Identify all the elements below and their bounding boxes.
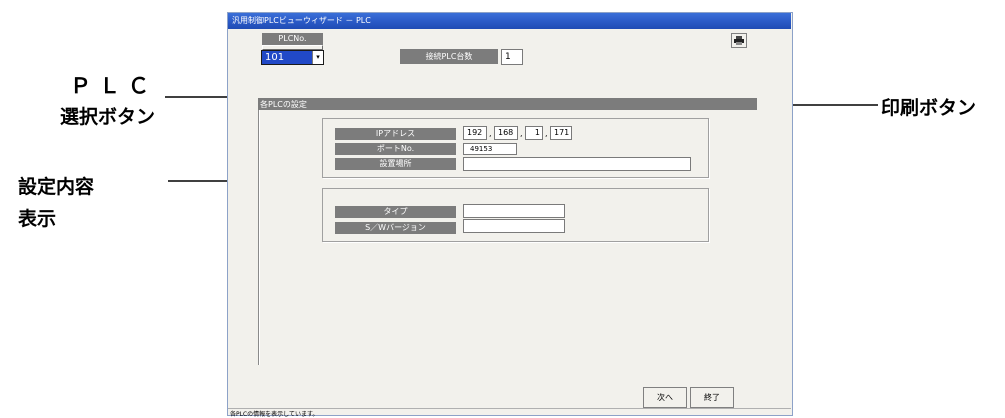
location-label: 設置場所 — [335, 158, 456, 170]
type-field[interactable] — [463, 204, 565, 218]
title-bar[interactable]: 汎用制御PLCビューウィザード － PLC — [228, 13, 791, 29]
plc-no-caption: PLCNo. — [262, 33, 323, 45]
sw-version-label: S／Wバージョン — [335, 222, 456, 234]
plc-select-annotation: ＰＬＣ 選択ボタン — [60, 70, 157, 129]
port-no-label: ポートNo. — [335, 143, 456, 155]
ip-address-label: IPアドレス — [335, 128, 456, 140]
location-field[interactable] — [463, 157, 691, 171]
ip-octet-1[interactable]: 192 — [463, 126, 487, 140]
ip-dot-1: , — [489, 129, 492, 138]
connected-count-value: 1 — [501, 49, 523, 65]
settings-annotation-line1: 設定内容 — [18, 176, 95, 198]
window-title: 汎用制御PLCビューウィザード － PLC — [232, 16, 371, 25]
connected-count-label: 接続PLC台数 — [400, 49, 498, 64]
exit-button[interactable]: 終了 — [690, 387, 734, 408]
plc-select-annotation-line2: 選択ボタン — [60, 106, 156, 128]
settings-section-frame-hl — [259, 110, 260, 365]
ip-dot-3: , — [545, 129, 548, 138]
type-label: タイプ — [335, 206, 456, 218]
plc-select-value: 101 — [265, 52, 285, 63]
sw-version-field[interactable] — [463, 219, 565, 233]
settings-annotation-line2: 表示 — [18, 208, 57, 230]
dropdown-arrow-icon[interactable]: ▾ — [312, 51, 323, 64]
status-text: 各PLCの情報を表示しています。 — [230, 411, 319, 418]
ip-octet-4[interactable]: 171 — [550, 126, 572, 140]
settings-section-header: 各PLCの設定 — [258, 98, 757, 110]
plc-select-dropdown[interactable]: 101 ▾ — [261, 50, 324, 65]
printer-icon — [734, 36, 744, 45]
ip-octet-3[interactable]: 1 — [525, 126, 543, 140]
print-annotation: 印刷ボタン — [881, 97, 977, 119]
next-button[interactable]: 次へ — [643, 387, 687, 408]
ip-dot-2: , — [520, 129, 523, 138]
port-no-field[interactable]: 49153 — [463, 143, 517, 155]
settings-annotation: 設定内容 表示 — [18, 172, 94, 231]
print-button[interactable] — [731, 33, 747, 48]
settings-section-title: 各PLCの設定 — [260, 100, 307, 109]
status-bar: 各PLCの情報を表示しています。 — [228, 408, 791, 418]
plc-select-annotation-line1: ＰＬＣ — [70, 74, 157, 98]
ip-octet-2[interactable]: 168 — [494, 126, 518, 140]
